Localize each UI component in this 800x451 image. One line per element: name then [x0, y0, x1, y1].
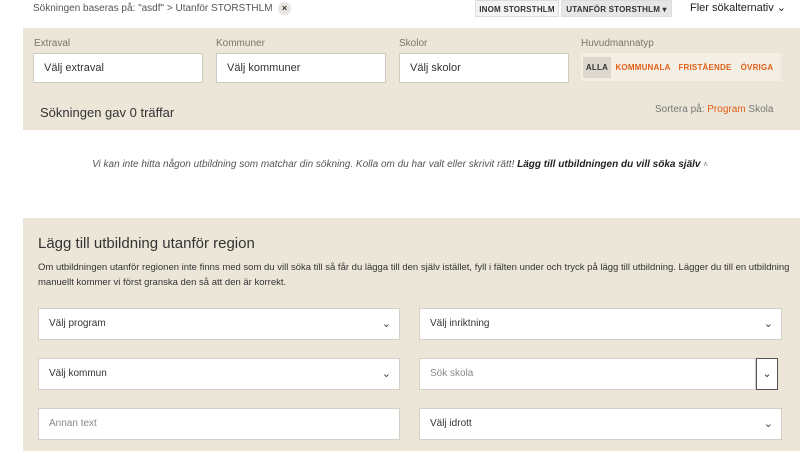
- extraval-input[interactable]: Välj extraval: [33, 53, 203, 83]
- no-match-text: Vi kan inte hitta någon utbildning som m…: [92, 159, 515, 170]
- huvudman-fristaende-button[interactable]: FRISTÅENDE: [675, 57, 735, 78]
- chevron-down-icon: ⌄: [381, 368, 391, 380]
- huvudman-ovriga-button[interactable]: ÖVRIGA: [737, 57, 777, 78]
- sort-skola-link[interactable]: Skola: [748, 104, 773, 115]
- add-education-link[interactable]: Lägg till utbildningen du vill söka själ…: [517, 159, 700, 170]
- chevron-down-icon: ⌄: [763, 418, 773, 430]
- filter-panel: Extraval Välj extraval Kommuner Välj kom…: [23, 28, 800, 130]
- clear-search-icon[interactable]: ×: [278, 2, 291, 15]
- more-search-options-link[interactable]: Fler sökalternativ ⌄: [690, 1, 786, 14]
- skola-search-input[interactable]: Sök skola: [419, 358, 756, 390]
- huvudmannatyp-selector: ALLA KOMMUNALA FRISTÅENDE ÖVRIGA: [581, 53, 781, 81]
- skolor-input[interactable]: Välj skolor: [399, 53, 569, 83]
- chevron-down-icon: ⌄: [381, 318, 391, 330]
- results-row: Sökningen gav 0 träffar Sortera på: Prog…: [23, 96, 800, 130]
- skola-search-placeholder: Sök skola: [430, 368, 474, 379]
- results-count: Sökningen gav 0 träffar: [40, 105, 175, 120]
- inriktning-select-value: Välj inriktning: [430, 318, 490, 329]
- huvudman-kommunala-button[interactable]: KOMMUNALA: [613, 57, 673, 78]
- caret-up-icon: ˄: [703, 160, 708, 169]
- add-section-title: Lägg till utbildning utanför region: [38, 235, 255, 252]
- kommun-select-value: Välj kommun: [49, 368, 107, 379]
- program-select[interactable]: Välj program ⌄: [38, 308, 400, 340]
- kommun-select[interactable]: Välj kommun ⌄: [38, 358, 400, 390]
- chevron-down-icon: ⌄: [762, 368, 772, 380]
- program-select-value: Välj program: [49, 318, 106, 329]
- kommuner-label: Kommuner: [216, 38, 265, 49]
- add-education-section: Lägg till utbildning utanför region Om u…: [23, 218, 800, 451]
- chevron-down-icon: ⌄: [763, 318, 773, 330]
- kommuner-input[interactable]: Välj kommuner: [216, 53, 386, 83]
- annan-text-input[interactable]: Annan text: [38, 408, 400, 440]
- tab-utanfor-storsthlm[interactable]: UTANFÖR STORSTHLM ▾: [561, 0, 672, 17]
- idrott-select[interactable]: Välj idrott ⌄: [419, 408, 782, 440]
- sort-options: Sortera på: Program Skola: [655, 104, 773, 115]
- extraval-label: Extraval: [34, 38, 71, 49]
- tab-inom-storsthlm[interactable]: INOM STORSTHLM: [475, 0, 559, 17]
- huvudman-alla-button[interactable]: ALLA: [583, 57, 611, 78]
- inriktning-select[interactable]: Välj inriktning ⌄: [419, 308, 782, 340]
- breadcrumb: Sökningen baseras på: "asdf" > Utanför S…: [33, 3, 273, 14]
- annan-text-placeholder: Annan text: [49, 418, 97, 429]
- no-match-message: Vi kan inte hitta någon utbildning som m…: [0, 159, 800, 170]
- add-section-description: Om utbildningen utanför regionen inte fi…: [38, 262, 790, 288]
- top-bar: Sökningen baseras på: "asdf" > Utanför S…: [0, 0, 800, 28]
- skolor-label: Skolor: [399, 38, 428, 49]
- sort-label: Sortera på:: [655, 104, 705, 115]
- huvudmannatyp-label: Huvudmannatyp: [581, 38, 654, 49]
- sort-program-link[interactable]: Program: [707, 104, 745, 115]
- idrott-select-value: Välj idrott: [430, 418, 472, 429]
- skola-dropdown-button[interactable]: ⌄: [756, 358, 778, 390]
